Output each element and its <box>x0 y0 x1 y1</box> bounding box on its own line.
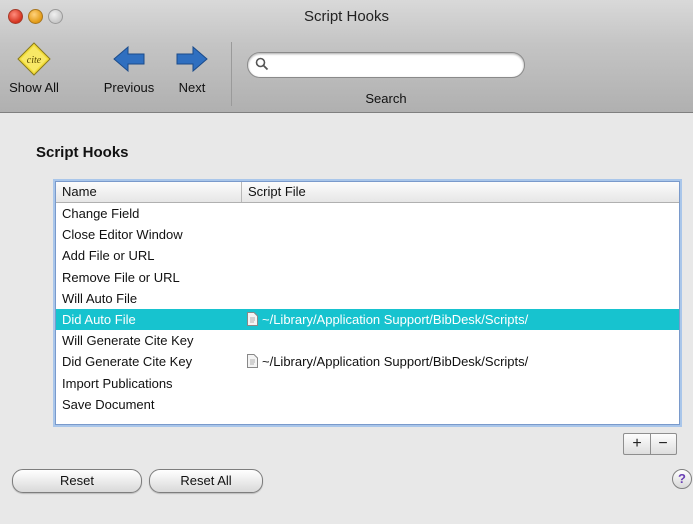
table-row[interactable]: Will Auto File <box>56 288 679 309</box>
table-row[interactable]: Add File or URL <box>56 245 679 266</box>
hook-name-cell: Change Field <box>62 206 140 221</box>
column-header-name[interactable]: Name <box>62 184 97 199</box>
show-all-label: Show All <box>9 80 59 95</box>
table-row[interactable]: Will Generate Cite Key <box>56 330 679 351</box>
script-file-icon <box>247 312 258 326</box>
previous-button[interactable]: Previous <box>94 42 164 95</box>
back-arrow-icon <box>113 45 145 73</box>
section-title: Script Hooks <box>36 144 129 161</box>
hook-name-cell: Import Publications <box>62 375 173 391</box>
remove-button[interactable]: − <box>650 434 676 454</box>
cite-badge-text: cite <box>27 55 42 66</box>
table-row[interactable]: Did Generate Cite Key ~/Library/Applicati… <box>56 351 679 372</box>
previous-label: Previous <box>103 80 155 95</box>
search-icon <box>255 57 269 71</box>
forward-arrow-icon <box>176 45 208 73</box>
search-label: Search <box>365 91 407 106</box>
reset-button[interactable]: Reset <box>12 469 142 493</box>
script-file-path: ~/Library/Application Support/BibDesk/Sc… <box>262 312 529 327</box>
search-input[interactable] <box>247 52 525 78</box>
toolbar: Script Hooks cite Show All Previous Next… <box>0 0 693 113</box>
hook-name-cell: Will Generate Cite Key <box>62 333 194 349</box>
table-header: Name Script File <box>56 182 679 203</box>
hook-name-cell: Did Auto File <box>62 312 136 327</box>
script-hooks-table[interactable]: Name Script File Change Field Close Edito… <box>55 181 680 425</box>
column-divider[interactable] <box>241 182 242 202</box>
next-label: Next <box>178 80 206 95</box>
script-file-path: ~/Library/Application Support/BibDesk/Sc… <box>262 354 529 370</box>
next-button[interactable]: Next <box>170 42 214 95</box>
add-remove-control: + − <box>623 433 677 455</box>
help-button[interactable]: ? <box>672 469 692 489</box>
table-row[interactable]: Close Editor Window <box>56 224 679 245</box>
hook-name-cell: Save Document <box>62 396 155 412</box>
hook-name-cell: Remove File or URL <box>62 269 180 285</box>
window-title: Script Hooks <box>303 8 390 25</box>
search-field <box>247 52 525 78</box>
table-row[interactable]: Change Field <box>56 203 679 224</box>
hook-name-cell: Add File or URL <box>62 248 155 264</box>
table-row[interactable]: Import Publications <box>56 373 679 394</box>
table-row[interactable]: Save Document <box>56 394 679 415</box>
cite-diamond-icon: cite <box>17 42 51 76</box>
table-row[interactable]: Did Auto File ~/Library/Application Suppo… <box>56 309 679 330</box>
column-header-script-file[interactable]: Script File <box>248 184 306 199</box>
hook-name-cell: Close Editor Window <box>62 227 183 243</box>
script-file-cell: ~/Library/Application Support/BibDesk/Sc… <box>247 312 528 327</box>
table-row[interactable]: Remove File or URL <box>56 267 679 288</box>
hook-name-cell: Will Auto File <box>62 290 138 306</box>
script-file-icon <box>247 354 258 369</box>
toolbar-separator <box>231 42 232 106</box>
reset-all-button[interactable]: Reset All <box>149 469 263 493</box>
script-file-cell: ~/Library/Application Support/BibDesk/Sc… <box>247 354 528 369</box>
hook-name-cell: Did Generate Cite Key <box>62 354 193 370</box>
add-button[interactable]: + <box>624 434 651 454</box>
show-all-button[interactable]: cite Show All <box>2 42 66 95</box>
